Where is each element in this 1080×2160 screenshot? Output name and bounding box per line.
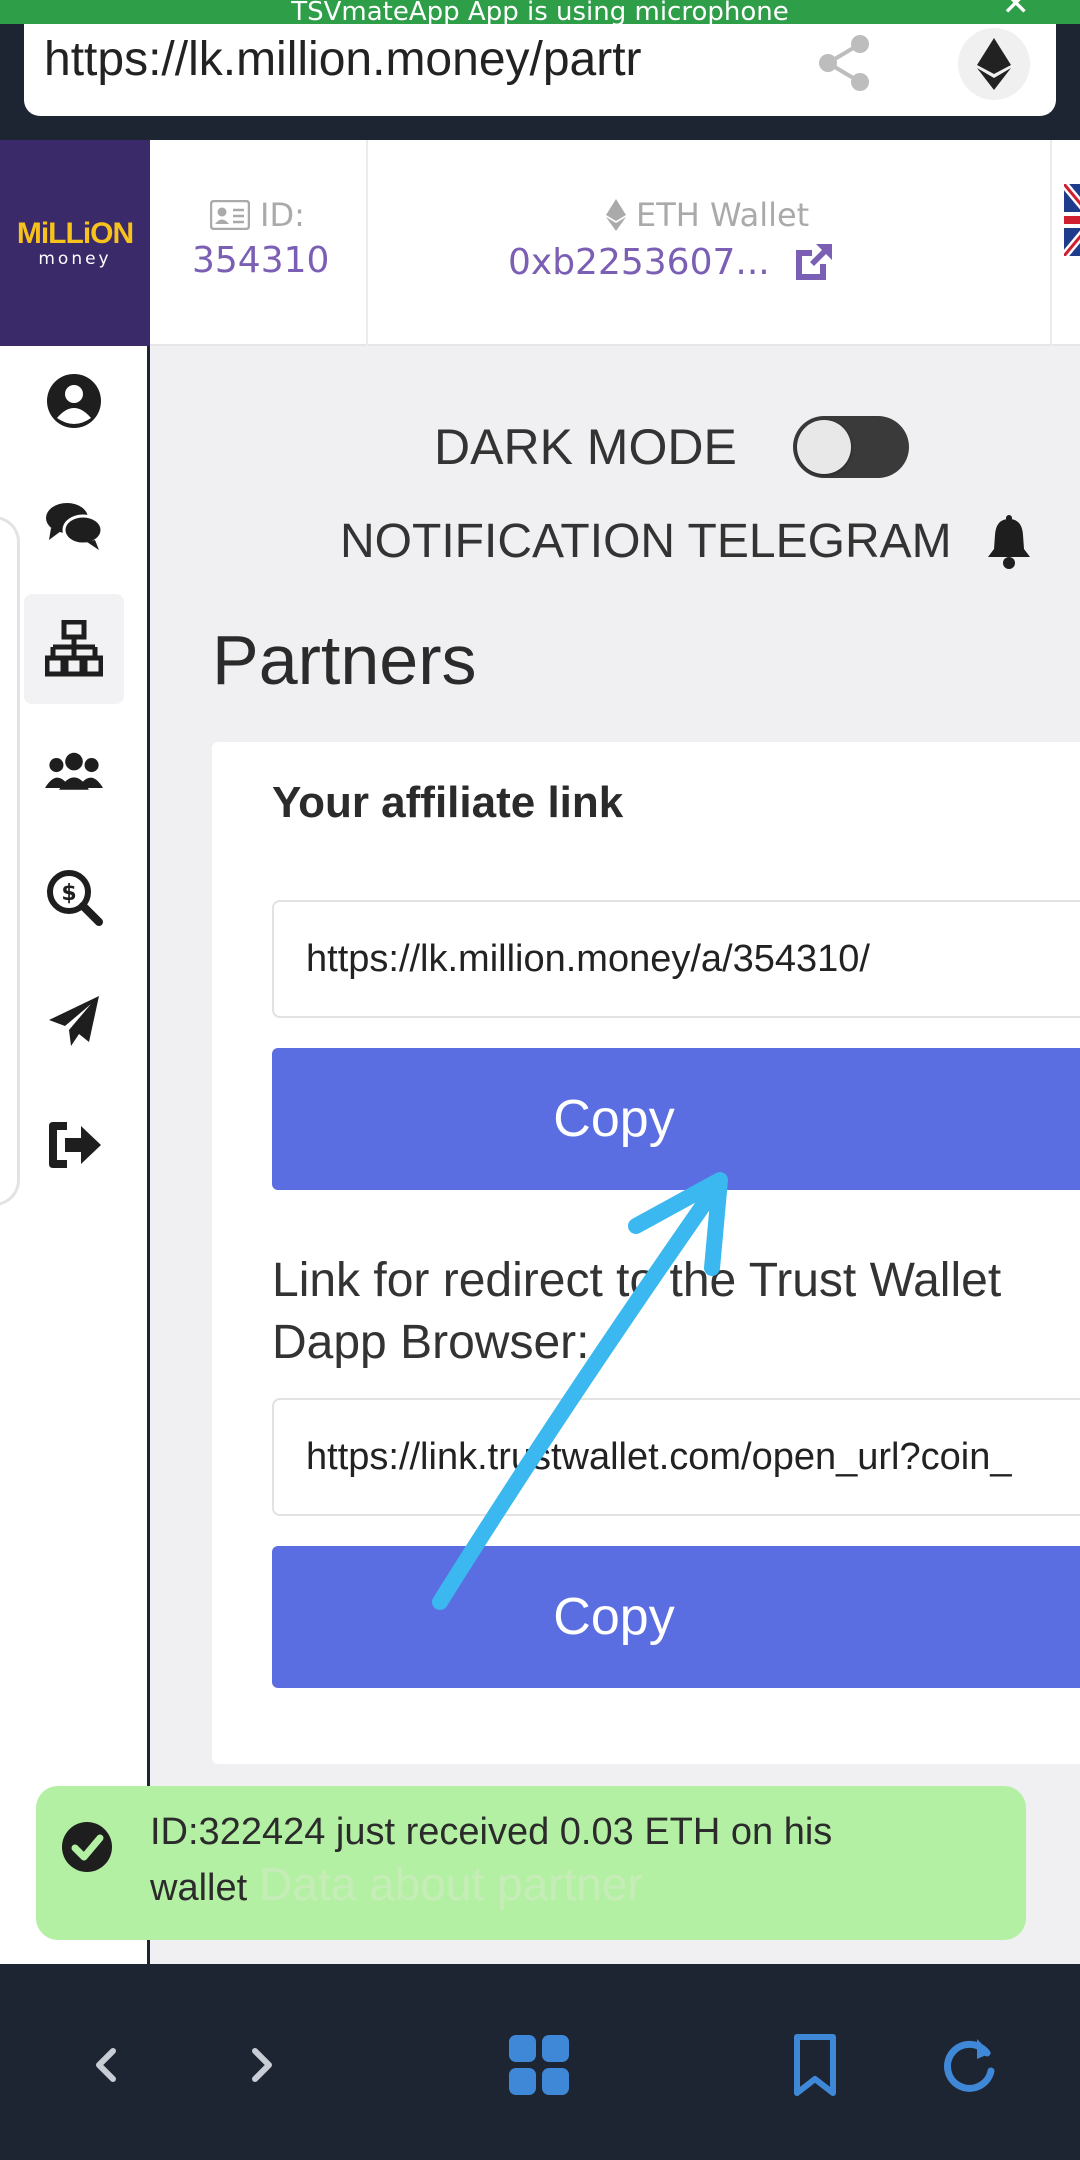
wallet-address[interactable]: 0xb2253607...	[508, 242, 770, 283]
wallet-block: ETH Wallet 0xb2253607...	[368, 140, 1052, 346]
close-icon[interactable]: ✕	[1002, 0, 1031, 21]
external-link-icon[interactable]	[792, 240, 836, 284]
bookmark-icon	[794, 2034, 836, 2096]
sidebar-item-telegram[interactable]	[24, 966, 124, 1076]
status-banner: TSVmateApp App is using microphone ✕	[0, 0, 1080, 24]
sidebar-item-finance[interactable]: $	[24, 842, 124, 952]
dark-mode-label: DARK MODE	[434, 419, 737, 475]
logo[interactable]: MiLLiON money	[0, 140, 150, 346]
sidebar: $	[0, 346, 150, 1964]
id-card-icon	[210, 200, 250, 230]
trust-wallet-link-field[interactable]: https://link.trustwallet.com/open_url?co…	[272, 1398, 1080, 1516]
address-bar[interactable]: https://lk.million.money/partr	[24, 24, 1056, 116]
copy-affiliate-button[interactable]: Copy	[272, 1048, 1080, 1190]
affiliate-title: Your affiliate link	[272, 778, 624, 827]
toast-message: ID:322424 just received 0.03 ETH on his …	[150, 1806, 910, 1914]
check-circle-icon	[62, 1822, 112, 1872]
redirect-label: Link for redirect to the Trust Wallet Da…	[272, 1254, 1002, 1369]
bell-icon[interactable]	[984, 514, 1034, 569]
sidebar-edge	[0, 516, 20, 1206]
copy-trust-link-button[interactable]: Copy	[272, 1546, 1080, 1688]
user-icon	[47, 374, 101, 428]
user-id-block: ID: 354310	[150, 140, 368, 346]
toast-notification[interactable]: ID:322424 just received 0.03 ETH on his …	[36, 1786, 1026, 1940]
status-text: TSVmateApp App is using microphone	[291, 0, 789, 24]
tabs-grid-icon	[509, 2035, 569, 2095]
logo-million: MiLLiON	[16, 217, 134, 250]
ethereum-icon[interactable]	[958, 28, 1030, 100]
page-title: Partners	[212, 621, 477, 699]
sidebar-item-team[interactable]	[24, 718, 124, 828]
main-content: DARK MODE NOTIFICATION TELEGRAM Partners…	[150, 346, 1080, 1964]
id-label: ID:	[260, 196, 305, 234]
forward-icon	[252, 2048, 272, 2082]
browser-toolbar: https://lk.million.money/partr	[0, 24, 1080, 140]
share-icon[interactable]	[814, 32, 876, 94]
id-value: 354310	[192, 240, 330, 281]
refresh-button[interactable]	[924, 2020, 1014, 2110]
users-icon	[45, 752, 103, 790]
back-button[interactable]	[62, 2020, 152, 2110]
id-label-row: ID:	[210, 196, 305, 234]
url-text[interactable]: https://lk.million.money/partr	[44, 28, 784, 92]
sign-out-icon	[49, 1122, 101, 1168]
ethereum-small-icon	[606, 199, 626, 231]
forward-button[interactable]	[216, 2020, 306, 2110]
logo-money: money	[38, 249, 112, 269]
dark-mode-toggle[interactable]	[792, 416, 909, 478]
chat-icon	[46, 503, 103, 550]
sidebar-item-profile[interactable]	[24, 346, 124, 456]
svg-text:$: $	[61, 881, 76, 906]
partner-data-heading: Data about partner	[259, 1858, 643, 1910]
sidebar-item-partners[interactable]	[24, 594, 124, 704]
wallet-label-row: ETH Wallet	[606, 196, 809, 234]
affiliate-card: Your affiliate link https://lk.million.m…	[212, 742, 1080, 1764]
paper-plane-icon	[49, 996, 99, 1046]
notification-telegram-label[interactable]: NOTIFICATION TELEGRAM	[340, 514, 952, 569]
search-dollar-icon: $	[47, 870, 103, 926]
wallet-label: ETH Wallet	[636, 196, 810, 234]
uk-flag-icon[interactable]	[1064, 184, 1080, 256]
wallet-value-row[interactable]: 0xb2253607...	[508, 240, 836, 284]
bookmark-button[interactable]	[770, 2020, 860, 2110]
browser-bottom-nav	[0, 1964, 1080, 2160]
sidebar-item-chat[interactable]	[24, 470, 124, 580]
dark-mode-row: DARK MODE	[434, 416, 909, 478]
app-header: MiLLiON money ID: 354310 ETH Wallet 0xb2…	[0, 140, 1080, 346]
notification-telegram-row[interactable]: NOTIFICATION TELEGRAM	[340, 514, 1034, 569]
refresh-icon	[944, 2039, 995, 2092]
toggle-knob	[796, 420, 851, 474]
sidebar-item-logout[interactable]	[24, 1090, 124, 1200]
tabs-button[interactable]	[494, 2020, 584, 2110]
affiliate-link-field[interactable]: https://lk.million.money/a/354310/	[272, 900, 1080, 1018]
sitemap-icon	[45, 620, 103, 677]
back-icon	[96, 2048, 116, 2082]
